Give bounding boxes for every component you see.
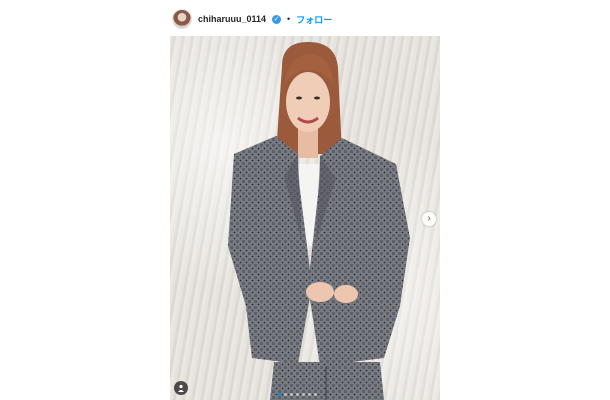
tagged-users-button[interactable]	[174, 381, 188, 395]
carousel-dot	[278, 393, 281, 396]
carousel-dot	[308, 393, 311, 396]
carousel-dot	[302, 393, 305, 396]
profile-avatar[interactable]	[172, 9, 192, 29]
post-photo[interactable]	[170, 36, 440, 400]
carousel-indicator	[278, 393, 317, 396]
follow-button[interactable]: フォロー	[296, 13, 332, 26]
carousel-dot	[290, 393, 293, 396]
chevron-right-icon: ›	[427, 213, 431, 224]
separator-dot: •	[287, 14, 291, 24]
verified-badge-icon: ✓	[272, 14, 282, 24]
woman-in-suit-image	[228, 42, 410, 400]
carousel-dot	[314, 393, 317, 396]
person-icon	[178, 384, 184, 392]
carousel-dot	[296, 393, 299, 396]
username-link[interactable]: chiharuuu_0114	[198, 14, 266, 24]
carousel-dot	[284, 393, 287, 396]
carousel-next-button[interactable]: ›	[422, 212, 436, 226]
post-header: chiharuuu_0114 ✓ • フォロー	[172, 8, 332, 30]
